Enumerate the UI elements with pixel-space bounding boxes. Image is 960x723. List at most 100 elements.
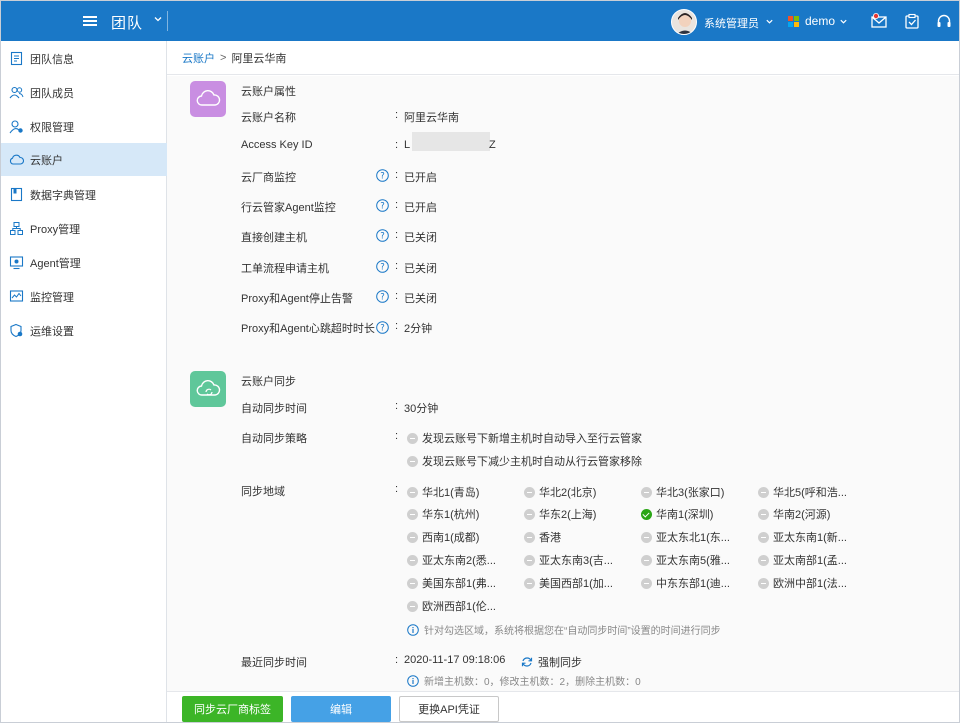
account-name-value: 阿里云华南: [404, 112, 459, 124]
svg-text:?: ?: [380, 324, 385, 334]
region-option[interactable]: 华东2(上海): [524, 506, 596, 522]
region-option[interactable]: 西南1(成都): [407, 529, 479, 545]
help-icon[interactable]: ?: [376, 229, 389, 242]
region-note: 针对勾选区域，系统将根据您在“自动同步时间”设置的时间进行同步: [407, 622, 721, 637]
region-option[interactable]: 华北3(张家口): [641, 484, 724, 500]
region-option[interactable]: 华北5(呼和浩...: [758, 484, 847, 500]
replace-api-credential-button[interactable]: 更换API凭证: [399, 696, 499, 722]
tenant-chevron-down-icon[interactable]: [839, 17, 848, 26]
unchecked-circle-icon: [758, 486, 769, 498]
user-chevron-down-icon[interactable]: [765, 17, 774, 26]
region-label: 西南1(成都): [422, 532, 480, 544]
help-icon[interactable]: ?: [376, 321, 389, 334]
access-key-start: L: [404, 139, 411, 151]
sidebar-item-cloud-account[interactable]: 云账户: [1, 143, 167, 176]
unchecked-circle-icon: [407, 455, 418, 467]
sidebar-item-label: 权限管理: [30, 121, 74, 134]
option-label: 发现云账号下减少主机时自动从行云管家移除: [422, 456, 642, 468]
region-label: 亚太东南3(吉...: [539, 555, 613, 567]
chevron-down-icon[interactable]: [153, 14, 163, 24]
tenant-name[interactable]: demo: [805, 14, 835, 28]
sidebar-item-ops-settings[interactable]: 运维设置: [1, 314, 167, 347]
region-option[interactable]: 亚太东南3(吉...: [524, 552, 613, 568]
network-icon: [10, 222, 23, 235]
region-option[interactable]: 华北2(北京): [524, 484, 596, 500]
sidebar-item-label: 数据字典管理: [30, 189, 96, 202]
sidebar-item-data-dictionary[interactable]: 数据字典管理: [1, 178, 167, 211]
account-name-label: 云账户名称: [241, 112, 296, 124]
region-label: 中东东部1(迪...: [656, 578, 730, 590]
headset-icon[interactable]: [936, 13, 952, 29]
unchecked-circle-icon: [758, 554, 769, 566]
team-title: 团队: [111, 15, 144, 32]
unchecked-circle-icon: [524, 577, 535, 589]
region-option[interactable]: 欧洲中部1(法...: [758, 575, 847, 591]
region-option[interactable]: 亚太东北1(东...: [641, 529, 730, 545]
edit-button[interactable]: 编辑: [291, 696, 391, 722]
user-settings-icon: [9, 120, 23, 134]
sidebar-item-agent[interactable]: Agent管理: [1, 246, 167, 279]
region-option[interactable]: 华东1(杭州): [407, 506, 479, 522]
user-name[interactable]: 系统管理员: [704, 15, 759, 31]
region-option[interactable]: 华南2(河源): [758, 506, 830, 522]
heartbeat-timeout-value: 2分钟: [404, 323, 433, 335]
sidebar-item-label: 云账户: [30, 154, 63, 167]
direct-create-label: 直接创建主机: [241, 232, 307, 244]
region-option[interactable]: 美国西部1(加...: [524, 575, 613, 591]
strategy-remove-option[interactable]: 发现云账号下减少主机时自动从行云管家移除: [407, 453, 642, 469]
region-option[interactable]: 美国东部1(弗...: [407, 575, 496, 591]
avatar[interactable]: [671, 9, 697, 35]
sidebar-item-proxy[interactable]: Proxy管理: [1, 212, 167, 245]
region-option[interactable]: 欧洲西部1(伦...: [407, 598, 496, 614]
sidebar-item-label: 团队成员: [30, 87, 74, 100]
help-icon[interactable]: ?: [376, 199, 389, 212]
region-note-text: 针对勾选区域，系统将根据您在“自动同步时间”设置的时间进行同步: [424, 626, 721, 637]
properties-title: 云账户属性: [241, 86, 296, 98]
agent-monitor-label: 行云管家Agent监控: [241, 202, 336, 214]
svg-text:?: ?: [380, 263, 385, 273]
region-option[interactable]: 中东东部1(迪...: [641, 575, 730, 591]
sidebar-item-team-members[interactable]: 团队成员: [1, 76, 167, 109]
region-option[interactable]: 亚太东南5(雅...: [641, 552, 730, 568]
svg-text:?: ?: [380, 293, 385, 303]
breadcrumb-parent-link[interactable]: 云账户: [182, 50, 215, 66]
sync-region-label: 同步地域: [241, 486, 285, 498]
sidebar-item-monitoring[interactable]: 监控管理: [1, 280, 167, 313]
region-label: 华北5(呼和浩...: [773, 487, 847, 499]
region-option[interactable]: 亚太东南2(悉...: [407, 552, 496, 568]
agent-monitor-value: 已开启: [404, 202, 437, 214]
force-sync-button[interactable]: 强制同步: [521, 654, 582, 670]
region-label: 美国西部1(加...: [539, 578, 613, 590]
region-option[interactable]: 香港: [524, 529, 561, 545]
sidebar-item-team-info[interactable]: 团队信息: [1, 42, 167, 75]
unchecked-circle-icon: [524, 531, 535, 543]
region-label: 华北1(青岛): [422, 487, 480, 499]
region-option-selected[interactable]: 华南1(深圳): [641, 506, 713, 522]
region-option[interactable]: 亚太南部1(孟...: [758, 552, 847, 568]
help-icon[interactable]: ?: [376, 169, 389, 182]
menu-icon[interactable]: [83, 14, 97, 28]
sidebar-item-permissions[interactable]: 权限管理: [1, 110, 167, 143]
access-key-label: Access Key ID: [241, 139, 313, 151]
colon: :: [395, 320, 399, 332]
help-icon[interactable]: ?: [376, 290, 389, 303]
auto-sync-time-value: 30分钟: [404, 403, 439, 415]
help-icon[interactable]: ?: [376, 260, 389, 273]
sync-vendor-tags-button[interactable]: 同步云厂商标签: [182, 696, 283, 722]
document-icon: [10, 51, 23, 66]
colon: :: [395, 229, 399, 241]
monitor-chart-icon: [9, 290, 24, 302]
unchecked-circle-icon: [407, 600, 418, 612]
region-label: 华南2(河源): [773, 509, 831, 521]
unchecked-circle-icon: [407, 432, 418, 444]
region-option[interactable]: 亚太东南1(新...: [758, 529, 847, 545]
heartbeat-timeout-label: Proxy和Agent心跳超时时长: [241, 323, 375, 335]
colon: :: [395, 483, 399, 495]
task-icon[interactable]: [904, 13, 920, 29]
mail-icon[interactable]: [871, 13, 887, 29]
region-option[interactable]: 华北1(青岛): [407, 484, 479, 500]
unchecked-circle-icon: [758, 508, 769, 520]
region-label: 华北3(张家口): [656, 487, 725, 499]
unchecked-circle-icon: [407, 577, 418, 589]
strategy-import-option[interactable]: 发现云账号下新增主机时自动导入至行云管家: [407, 430, 642, 446]
